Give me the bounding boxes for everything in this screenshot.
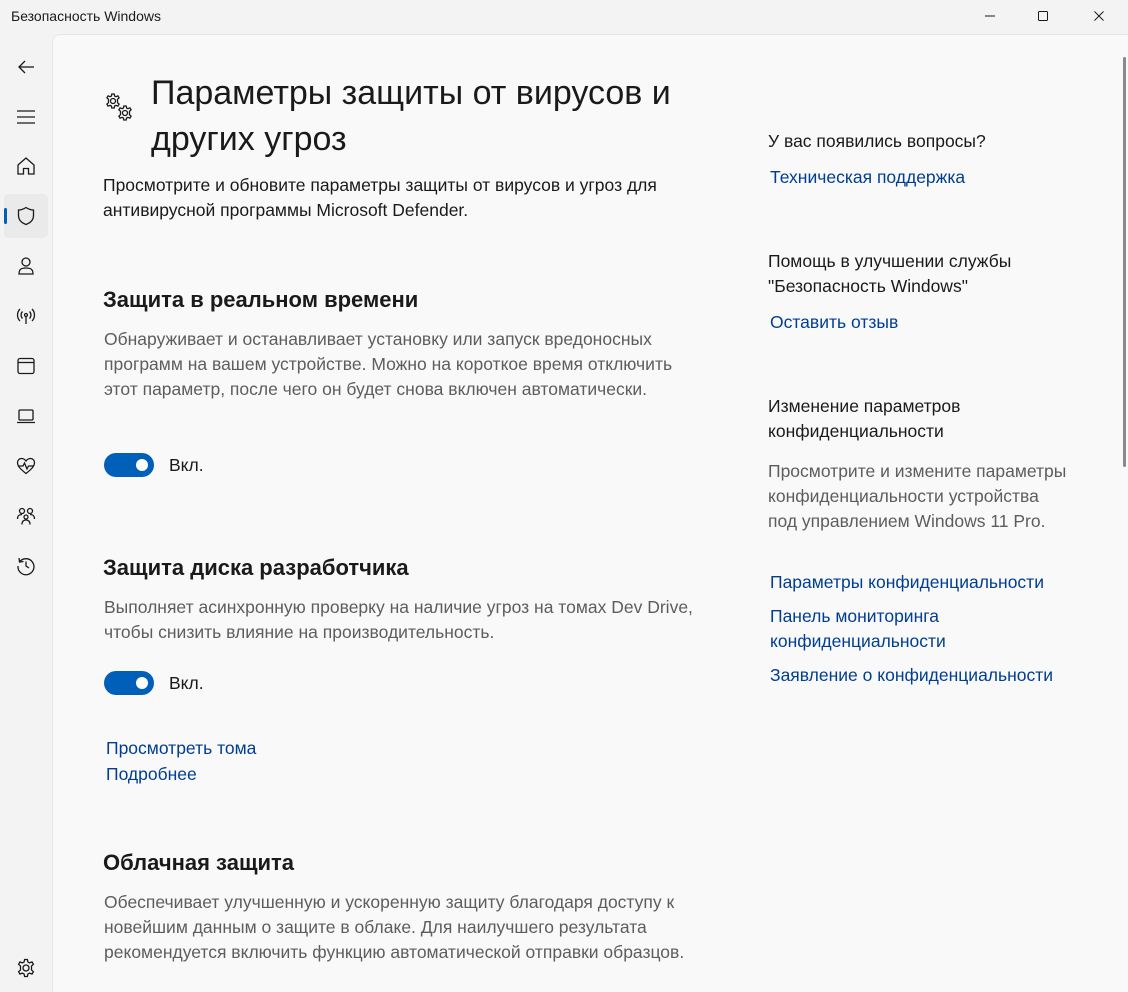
nav-firewall[interactable] xyxy=(4,294,48,338)
cloud-protection-description: Обеспечивает улучшенную и ускоренную защ… xyxy=(104,892,685,962)
app-browser-icon xyxy=(17,357,35,375)
nav-account-protection[interactable] xyxy=(4,244,48,288)
vertical-scrollbar[interactable] xyxy=(1123,57,1126,467)
nav-device-security[interactable] xyxy=(4,394,48,438)
realtime-protection-toggle[interactable] xyxy=(104,453,154,477)
network-antenna-icon xyxy=(16,308,36,324)
privacy-settings-link[interactable]: Параметры конфиденциальности xyxy=(770,570,1044,595)
view-volumes-link[interactable]: Просмотреть тома xyxy=(106,736,256,761)
shield-icon xyxy=(17,206,35,226)
tech-support-link[interactable]: Техническая поддержка xyxy=(770,165,965,190)
family-icon xyxy=(16,507,36,525)
settings-gear-icon xyxy=(17,958,35,978)
nav-protection-history[interactable] xyxy=(4,544,48,588)
toggle-knob xyxy=(136,459,148,471)
security-app-window: Безопасность Windows Параметры защиты от… xyxy=(0,0,1128,992)
improve-service-heading: Помощь в улучшении службы "Безопасность … xyxy=(768,251,1012,296)
person-icon xyxy=(18,257,34,275)
heart-pulse-icon xyxy=(16,457,36,475)
realtime-protection-title: Защита в реальном времени xyxy=(103,287,419,312)
maximize-icon xyxy=(1038,11,1048,21)
nav-virus-protection[interactable] xyxy=(4,194,48,238)
menu-button[interactable] xyxy=(4,95,48,139)
realtime-protection-toggle-row: Вкл. xyxy=(104,452,204,478)
privacy-dashboard-link[interactable]: Панель мониторинга конфиденциальности xyxy=(770,604,990,654)
devdrive-protection-description: Выполняет асинхронную проверку на наличи… xyxy=(104,597,693,642)
minimize-button[interactable] xyxy=(967,0,1013,32)
content-panel: Параметры защиты от вирусов и других угр… xyxy=(52,34,1128,992)
maximize-button[interactable] xyxy=(1020,0,1066,32)
close-button[interactable] xyxy=(1076,0,1122,32)
gears-icon xyxy=(106,93,132,121)
nav-home[interactable] xyxy=(4,144,48,188)
learn-more-link[interactable]: Подробнее xyxy=(106,762,197,787)
nav-family-options[interactable] xyxy=(4,494,48,538)
page-description: Просмотрите и обновите параметры защиты … xyxy=(103,175,657,220)
app-title: Безопасность Windows xyxy=(11,8,161,24)
home-icon xyxy=(17,157,35,175)
devdrive-protection-toggle-row: Вкл. xyxy=(104,670,204,696)
close-icon xyxy=(1094,11,1104,21)
nav-rail xyxy=(0,34,52,992)
privacy-text: Просмотрите и измените параметры конфиде… xyxy=(768,461,1067,531)
devdrive-protection-toggle-label: Вкл. xyxy=(169,672,204,693)
toggle-knob xyxy=(136,677,148,689)
nav-app-browser-control[interactable] xyxy=(4,344,48,388)
realtime-protection-toggle-label: Вкл. xyxy=(169,454,204,475)
privacy-heading: Изменение параметров конфиденциальности xyxy=(768,396,961,441)
hamburger-menu-icon xyxy=(17,110,35,124)
nav-settings[interactable] xyxy=(4,946,48,990)
devdrive-protection-title: Защита диска разработчика xyxy=(103,555,409,580)
nav-device-performance[interactable] xyxy=(4,444,48,488)
questions-heading: У вас появились вопросы? xyxy=(768,131,986,151)
back-button[interactable] xyxy=(4,45,48,89)
devdrive-protection-toggle[interactable] xyxy=(104,671,154,695)
page-header-icon xyxy=(103,91,137,130)
cloud-protection-title: Облачная защита xyxy=(103,850,295,875)
laptop-icon xyxy=(17,409,35,424)
page-title: Параметры защиты от вирусов и других угр… xyxy=(151,74,671,158)
realtime-protection-description: Обнаруживает и останавливает установку и… xyxy=(104,329,673,399)
title-bar: Безопасность Windows xyxy=(0,0,1128,34)
privacy-statement-link[interactable]: Заявление о конфиденциальности xyxy=(770,663,1053,688)
minimize-icon xyxy=(985,15,995,17)
back-arrow-icon xyxy=(18,60,34,74)
feedback-link[interactable]: Оставить отзыв xyxy=(770,310,898,335)
history-icon xyxy=(17,557,35,576)
active-indicator xyxy=(4,208,7,224)
